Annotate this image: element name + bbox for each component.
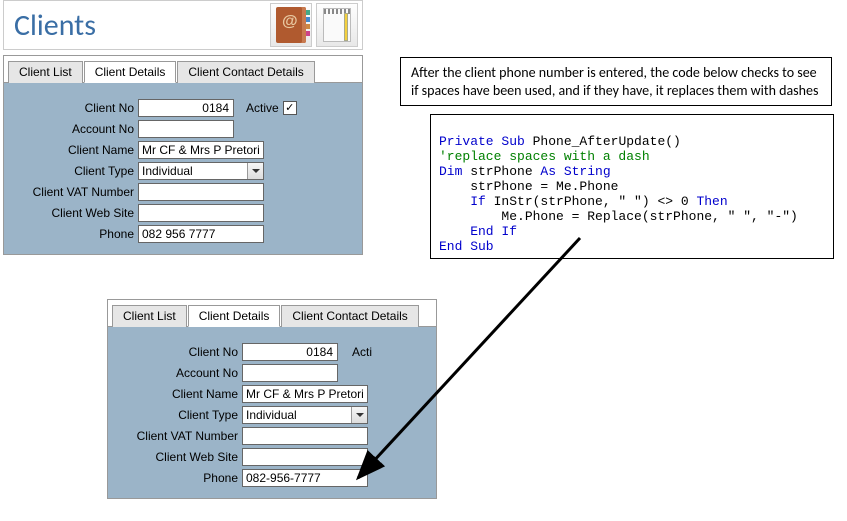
tab-client-contact-details[interactable]: Client Contact Details [281,305,418,327]
code-keyword: Private Sub [439,134,525,149]
client-type-value: Individual [142,164,193,178]
client-web-input[interactable] [242,448,368,466]
explanation-text: After the client phone number is entered… [400,57,832,106]
chevron-down-icon [252,169,260,173]
label-client-name: Client Name [10,143,138,157]
page-title: Clients [14,7,96,44]
label-phone: Phone [114,471,242,485]
client-name-input[interactable] [242,385,368,403]
form-body: Client No Active ✓ Account No Client Nam… [4,83,362,254]
label-active-truncated: Acti [352,345,372,359]
client-name-input[interactable] [138,141,264,159]
client-type-select[interactable]: Individual [242,406,368,424]
client-no-input[interactable] [138,99,234,117]
label-client-vat: Client VAT Number [114,429,242,443]
label-client-no: Client No [10,101,138,115]
label-active: Active [246,101,279,115]
tab-bar: Client List Client Details Client Contac… [4,56,362,83]
account-no-input[interactable] [138,120,234,138]
client-web-input[interactable] [138,204,264,222]
phone-input[interactable] [242,469,368,487]
tab-client-details[interactable]: Client Details [84,61,177,83]
label-client-vat: Client VAT Number [10,185,138,199]
client-form-after: Client List Client Details Client Contac… [107,299,437,499]
address-book-icon [276,7,306,43]
account-no-input[interactable] [242,364,338,382]
dropdown-button[interactable] [351,407,367,423]
address-book-button[interactable] [270,3,312,47]
phone-input[interactable] [138,225,264,243]
form-body: Client No Acti Account No Client Name Cl… [107,327,437,499]
code-box: Private Sub Phone_AfterUpdate() 'replace… [430,114,834,259]
client-form-before: Client List Client Details Client Contac… [3,55,363,255]
notepad-button[interactable] [316,3,358,47]
chevron-down-icon [356,413,364,417]
notepad-icon [323,8,351,42]
dropdown-button[interactable] [247,163,263,179]
client-no-input[interactable] [242,343,338,361]
tab-client-contact-details[interactable]: Client Contact Details [177,61,314,83]
tab-client-list[interactable]: Client List [112,305,187,327]
toolbar [270,3,358,47]
label-account-no: Account No [10,122,138,136]
tab-bar: Client List Client Details Client Contac… [107,299,437,327]
client-vat-input[interactable] [242,427,368,445]
label-client-name: Client Name [114,387,242,401]
app-header: Clients [3,0,363,50]
active-checkbox[interactable]: ✓ [283,101,297,115]
label-client-web: Client Web Site [10,206,138,220]
label-client-web: Client Web Site [114,450,242,464]
tab-client-list[interactable]: Client List [8,61,83,83]
client-vat-input[interactable] [138,183,264,201]
client-type-select[interactable]: Individual [138,162,264,180]
tab-client-details[interactable]: Client Details [188,305,281,327]
client-type-value: Individual [246,408,297,422]
label-phone: Phone [10,227,138,241]
label-client-no: Client No [114,345,242,359]
label-client-type: Client Type [114,408,242,422]
label-client-type: Client Type [10,164,138,178]
code-comment: 'replace spaces with a dash [439,149,650,164]
label-account-no: Account No [114,366,242,380]
